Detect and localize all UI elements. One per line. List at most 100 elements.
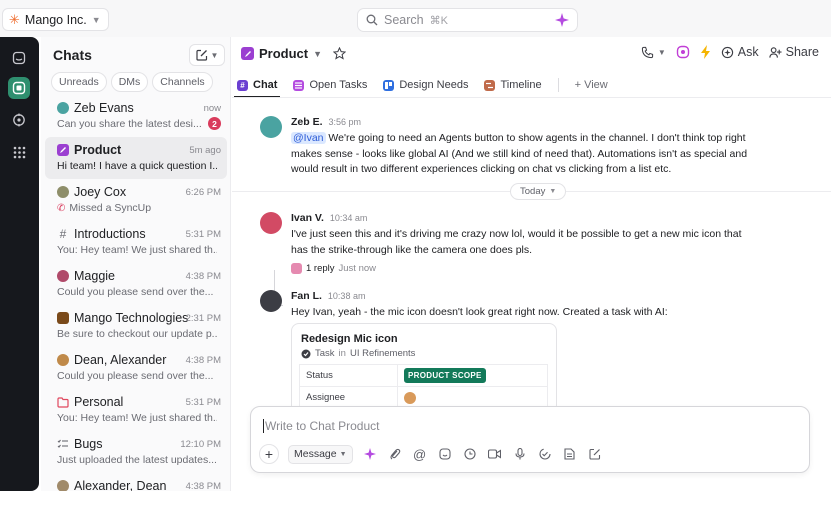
search-shortcut: ⌘K (429, 14, 448, 27)
star-icon[interactable] (333, 47, 347, 60)
chat-name: Introductions (74, 227, 146, 241)
add-view-button[interactable]: + View (575, 73, 608, 97)
channel-icon (57, 144, 69, 156)
chevron-down-icon: ▼ (210, 50, 219, 60)
share-label: Share (785, 45, 819, 59)
chat-preview: You: Hey team! We just shared th... (57, 412, 217, 424)
message-author[interactable]: Zeb E. (291, 116, 323, 128)
filter-channels[interactable]: Channels (152, 72, 213, 92)
task-status-icon (301, 349, 311, 359)
chat-tab-icon: # (237, 79, 248, 91)
chat-item-personal[interactable]: Personal 5:31 PM You: Hey team! We just … (45, 389, 227, 431)
chat-item-dean-alexander[interactable]: Dean, Alexander 4:38 PM Could you please… (45, 347, 227, 389)
call-button[interactable]: ▼ (641, 46, 666, 59)
message-time: 10:38 am (327, 291, 366, 301)
ai-sparkle-icon[interactable] (362, 446, 378, 462)
message-type-select[interactable]: Message ▼ (288, 444, 353, 464)
chat-item-joey-cox[interactable]: Joey Cox 6:26 PM ✆ Missed a SyncUp (45, 179, 227, 221)
edit-note-icon[interactable] (587, 446, 603, 462)
doc-icon[interactable] (562, 446, 578, 462)
task-list[interactable]: UI Refinements (350, 348, 415, 359)
share-button[interactable]: Share (769, 45, 819, 59)
apps-grid-icon[interactable] (8, 141, 30, 163)
chat-time: 5:31 PM (185, 229, 221, 240)
paperclip-icon[interactable] (387, 446, 403, 462)
task-card[interactable]: Redesign Mic icon Task in UI Refinements… (291, 323, 557, 413)
chat-name: Product (74, 143, 122, 157)
gif-icon[interactable] (462, 446, 478, 462)
chat-name: Maggie (74, 269, 115, 283)
tab-chat[interactable]: # Chat (233, 73, 281, 98)
avatar[interactable] (260, 212, 282, 234)
tab-label: + View (574, 79, 608, 91)
avatar[interactable] (260, 290, 282, 312)
message-time: 3:56 pm (328, 117, 362, 127)
chevron-down-icon: ▼ (657, 47, 666, 57)
search-bar[interactable]: Search ⌘K (357, 8, 578, 32)
user-mention[interactable]: @Ivan (291, 132, 326, 144)
ai-agent-icon[interactable] (676, 45, 690, 59)
message-input[interactable] (263, 419, 783, 433)
task-title[interactable]: Redesign Mic icon (301, 333, 398, 345)
tab-label: Timeline (500, 79, 542, 91)
chat-icon[interactable] (8, 77, 30, 99)
ai-brain-icon[interactable] (8, 109, 30, 131)
chat-item-zeb-evans[interactable]: Zeb Evans now Can you share the latest d… (45, 95, 227, 137)
app-rail (0, 37, 39, 491)
chat-item-alexander-dean[interactable]: Alexander, Dean 4:38 PM (45, 473, 227, 491)
ai-sparkle-icon[interactable] (555, 13, 569, 27)
message-author[interactable]: Fan L. (291, 290, 322, 302)
workspace-switcher[interactable]: ✳ Mango Inc. ▼ (2, 8, 109, 31)
avatar[interactable] (260, 116, 282, 138)
chats-sidebar: Chats ▼ Unreads DMs Channels Zeb Evans n… (41, 37, 231, 491)
chat-item-mango-technologies[interactable]: Mango Technologies 2:31 PM Be sure to ch… (45, 305, 227, 347)
chat-preview: Could you please send over the... (57, 286, 214, 298)
share-people-icon (769, 46, 782, 59)
chat-time: now (203, 103, 221, 114)
avatar (291, 263, 302, 274)
status-badge[interactable]: PRODUCT SCOPE (404, 368, 486, 383)
message-composer: + Message ▼ @ (250, 406, 810, 473)
filter-dms[interactable]: DMs (110, 72, 149, 92)
chat-item-introductions[interactable]: # Introductions 5:31 PM You: Hey team! We… (45, 221, 227, 263)
add-attachment-button[interactable]: + (259, 444, 279, 464)
mention-icon[interactable]: @ (412, 446, 428, 462)
list-icon (293, 79, 305, 91)
avatar (57, 354, 69, 366)
chat-time: 4:38 PM (185, 481, 221, 491)
microphone-icon[interactable] (512, 446, 528, 462)
message-text: @Ivan We're going to need an Agents butt… (291, 131, 751, 178)
chat-name: Alexander, Dean (74, 479, 167, 491)
ask-button[interactable]: Ask (721, 45, 759, 59)
chevron-down-icon: ▼ (549, 188, 557, 195)
tab-open-tasks[interactable]: Open Tasks (293, 73, 367, 97)
message-author[interactable]: Ivan V. (291, 212, 324, 224)
chat-time: 2:31 PM (185, 313, 221, 324)
chat-item-product[interactable]: Product 5m ago Hi team! I have a quick q… (45, 137, 227, 179)
chat-item-maggie[interactable]: Maggie 4:38 PM Could you please send ove… (45, 263, 227, 305)
message-body: Hey Ivan, yeah - the mic icon doesn't lo… (291, 306, 668, 318)
chat-item-bugs[interactable]: Bugs 12:10 PM Just uploaded the latest u… (45, 431, 227, 473)
new-chat-button[interactable]: ▼ (189, 44, 225, 66)
emoji-icon[interactable] (437, 446, 453, 462)
field-label: Assignee (300, 387, 398, 408)
unread-badge: 2 (208, 117, 221, 130)
assignee-avatar[interactable] (404, 392, 416, 404)
filter-unreads[interactable]: Unreads (51, 72, 107, 92)
date-divider[interactable]: Today ▼ (510, 183, 567, 200)
channel-header[interactable]: Product ▼ (241, 46, 347, 61)
message-time: 10:34 am (329, 213, 368, 223)
check-sparkle-icon[interactable] (537, 446, 553, 462)
chat-name: Zeb Evans (74, 101, 134, 115)
task-fields: Status PRODUCT SCOPE Assignee (299, 364, 548, 410)
lightning-icon[interactable] (700, 45, 711, 59)
chat-preview: Be sure to checkout our update p... (57, 328, 217, 340)
folder-icon (57, 396, 69, 408)
workspace-logo-icon: ✳ (9, 12, 20, 27)
home-icon[interactable] (8, 47, 30, 69)
tab-design-needs[interactable]: Design Needs (383, 73, 468, 97)
avatar (57, 480, 69, 491)
thread-reply[interactable]: 1 reply Just now (291, 263, 751, 274)
video-icon[interactable] (487, 446, 503, 462)
tab-timeline[interactable]: Timeline (484, 73, 542, 97)
